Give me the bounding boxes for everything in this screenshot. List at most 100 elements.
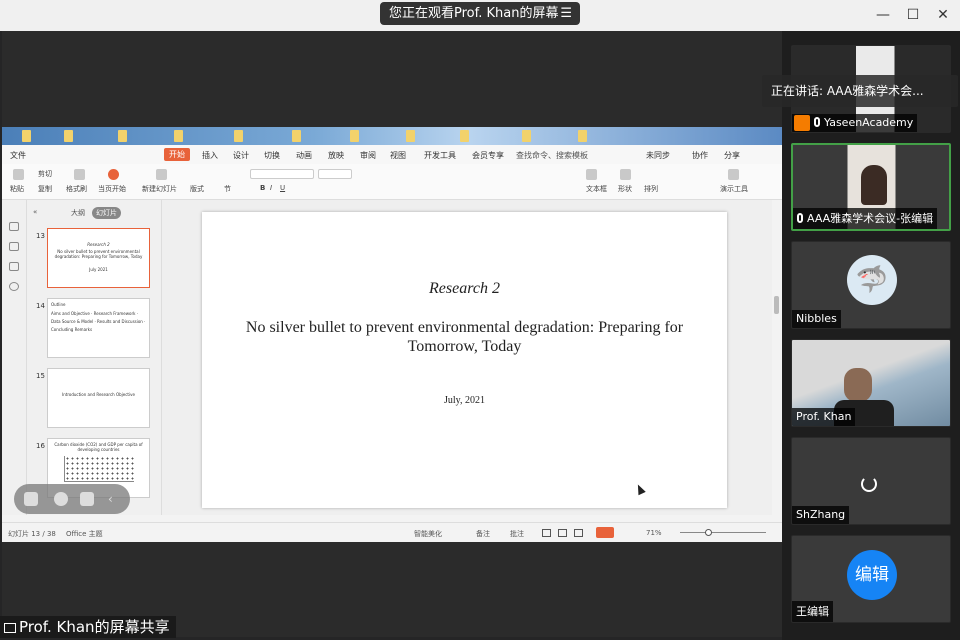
collapse-icon[interactable]: ‹: [108, 492, 122, 506]
copy-button[interactable]: 复制: [38, 184, 52, 194]
title-bar: 您正在观看Prof. Khan的屏幕 ☰ — ☐ ✕: [0, 0, 960, 31]
tab-insert[interactable]: 插入: [202, 150, 218, 161]
reading-view-icon[interactable]: [574, 529, 583, 537]
zoom-slider[interactable]: [680, 532, 766, 533]
share-button[interactable]: 分享: [724, 150, 740, 161]
participant-tile[interactable]: Prof. Khan: [791, 339, 951, 427]
font-size-select[interactable]: [318, 169, 352, 179]
underline-icon[interactable]: U: [280, 184, 285, 192]
slide-subtitle: No silver bullet to prevent environmenta…: [245, 319, 684, 355]
properties-rail-icon[interactable]: [9, 242, 19, 251]
outline-rail-icon[interactable]: [9, 222, 19, 231]
thumbnail-number: 14: [36, 302, 45, 310]
menu-icon[interactable]: ☰: [560, 2, 572, 25]
collaborate-button[interactable]: 协作: [692, 150, 708, 161]
tab-review[interactable]: 审阅: [360, 150, 376, 161]
participant-tile[interactable]: 🦈 Nibbles: [791, 241, 951, 329]
participant-tile[interactable]: ShZhang: [791, 437, 951, 525]
tab-developer[interactable]: 开发工具: [424, 150, 456, 161]
new-slide-button[interactable]: 新建幻灯片: [142, 184, 177, 194]
cut-button[interactable]: 剪切: [38, 169, 52, 179]
desktop-file-icon: [234, 130, 243, 142]
tab-design[interactable]: 设计: [233, 150, 249, 161]
viewing-indicator[interactable]: 您正在观看Prof. Khan的屏幕 ☰: [380, 2, 580, 25]
tab-member[interactable]: 会员专享: [472, 150, 504, 161]
format-painter-icon[interactable]: [74, 169, 85, 180]
slide-thumbnail[interactable]: Outline Aims and Objective · Research Fr…: [47, 298, 150, 358]
status-bar: 幻灯片 13 / 38 Office 主题 智能美化 备注 批注 71%: [2, 522, 782, 542]
tab-transition[interactable]: 切换: [264, 150, 280, 161]
thumbnail-number: 13: [36, 232, 45, 240]
presentation-tools-icon[interactable]: [728, 169, 739, 180]
thumbnail-body: Introduction and Research Objective: [62, 392, 135, 397]
normal-view-icon[interactable]: [542, 529, 551, 537]
font-name-select[interactable]: [250, 169, 314, 179]
left-rail: [2, 200, 27, 515]
command-search[interactable]: 查找命令、搜索模板: [516, 150, 588, 161]
slide-thumbnail[interactable]: Research 2 No silver bullet to prevent e…: [47, 228, 150, 288]
presentation-app: 文件 开始 插入 设计 切换 动画 放映 审阅 视图 开发工具 会员专享 查找命…: [2, 127, 782, 542]
screen-share-icon: [4, 623, 16, 633]
sorter-view-icon[interactable]: [558, 529, 567, 537]
theme-name[interactable]: Office 主题: [66, 529, 103, 539]
shape-button[interactable]: 形状: [618, 184, 632, 194]
current-slide[interactable]: Research 2 No silver bullet to prevent e…: [202, 212, 727, 508]
participant-name-text: AAA雅森学术会议-张编辑: [807, 212, 934, 225]
participant-tile-active[interactable]: AAA雅森学术会议-张编辑: [791, 143, 951, 231]
tab-home[interactable]: 开始: [164, 148, 190, 161]
maximize-icon[interactable]: ☐: [906, 7, 920, 23]
italic-icon[interactable]: I: [270, 184, 272, 192]
tab-animation[interactable]: 动画: [296, 150, 312, 161]
slideshow-play-icon[interactable]: [596, 527, 614, 538]
arrange-button[interactable]: 排列: [644, 184, 658, 194]
notes-button[interactable]: 备注: [476, 529, 490, 539]
format-painter-button[interactable]: 格式刷: [66, 184, 87, 194]
paste-button[interactable]: 粘贴: [10, 184, 24, 194]
textbox-button[interactable]: 文本框: [586, 184, 607, 194]
scrollbar-thumb[interactable]: [774, 296, 779, 314]
collapse-pane-icon[interactable]: «: [33, 208, 37, 216]
file-menu[interactable]: 文件: [10, 150, 26, 161]
participant-name: Nibbles: [792, 310, 841, 328]
help-rail-icon[interactable]: [9, 282, 19, 291]
minimize-icon[interactable]: —: [876, 7, 890, 23]
section-button[interactable]: 节: [224, 184, 231, 194]
style-rail-icon[interactable]: [9, 262, 19, 271]
close-icon[interactable]: ✕: [936, 7, 950, 23]
textbox-icon[interactable]: [586, 169, 597, 180]
thumbnail-body: Carbon dioxide (CO2) and GDP per capita …: [54, 442, 143, 452]
tab-slideshow[interactable]: 放映: [328, 150, 344, 161]
desktop-file-icon: [460, 130, 469, 142]
bold-icon[interactable]: B: [260, 184, 265, 192]
thumbnail-date: July 2021: [89, 267, 108, 272]
participant-name: Prof. Khan: [792, 408, 856, 426]
emoji-icon[interactable]: [54, 492, 68, 506]
tab-outline[interactable]: 大纲: [71, 208, 85, 218]
sync-status[interactable]: 未同步: [646, 150, 670, 161]
zoom-slider-handle[interactable]: [705, 529, 712, 536]
start-slideshow-button[interactable]: 当页开始: [98, 184, 126, 194]
thumbnail-scatter-chart: [63, 456, 134, 482]
paste-icon[interactable]: [13, 169, 24, 180]
slide-thumbnails-pane: « 大纲 幻灯片 13 Research 2 No silver bullet …: [27, 200, 184, 515]
zoom-level[interactable]: 71%: [646, 529, 662, 537]
slide-thumbnail[interactable]: Introduction and Research Objective: [47, 368, 150, 428]
desktop-file-icon: [64, 130, 73, 142]
comments-button[interactable]: 批注: [510, 529, 524, 539]
smart-beautify-button[interactable]: 智能美化: [414, 529, 442, 539]
new-slide-icon[interactable]: [156, 169, 167, 180]
layout-button[interactable]: 版式: [190, 184, 204, 194]
tab-slides[interactable]: 幻灯片: [92, 207, 121, 219]
slide-scrollbar[interactable]: [772, 200, 782, 515]
grid-icon[interactable]: [24, 492, 38, 506]
tab-view[interactable]: 视图: [390, 150, 406, 161]
participant-tile[interactable]: 编辑 王编辑: [791, 535, 951, 623]
more-icon[interactable]: [80, 492, 94, 506]
thumbnail-body: No silver bullet to prevent environmenta…: [54, 249, 143, 259]
share-label-text: Prof. Khan的屏幕共享: [19, 618, 170, 636]
presentation-tools-button[interactable]: 演示工具: [720, 184, 748, 194]
shape-icon[interactable]: [620, 169, 631, 180]
desktop-file-icon: [174, 130, 183, 142]
play-icon[interactable]: [108, 169, 119, 180]
slide-title: Research 2: [429, 280, 500, 297]
